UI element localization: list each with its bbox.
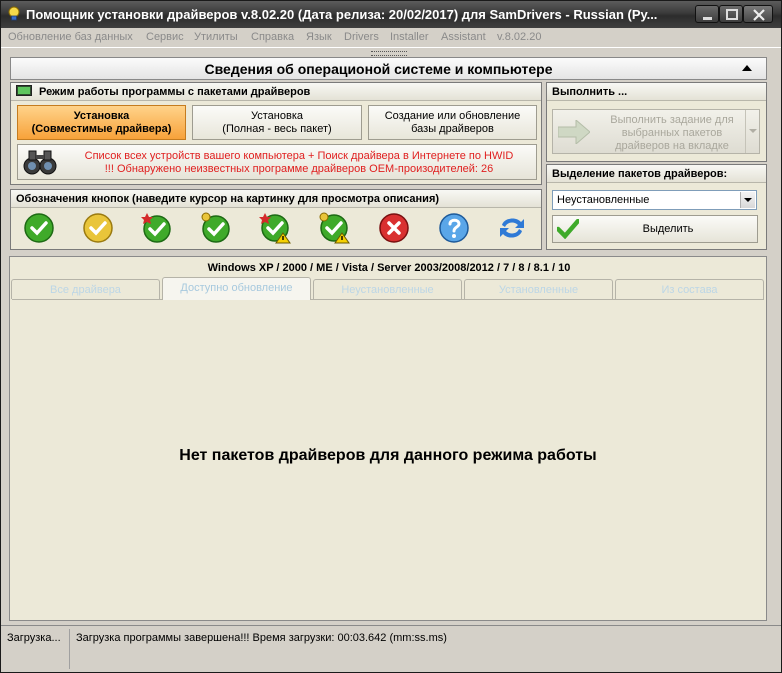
execute-panel-title: Выполнить ... bbox=[547, 83, 766, 101]
install-full-line1: Установка bbox=[251, 110, 303, 122]
install-full-button[interactable]: Установка (Полная - весь пакет) bbox=[192, 105, 362, 140]
execute-task-line3: драйверов на вкладке bbox=[615, 140, 729, 152]
minimize-button[interactable] bbox=[695, 5, 719, 23]
system-info-title: Сведения об операционой системе и компью… bbox=[204, 61, 553, 77]
blue-question-icon[interactable] bbox=[438, 212, 470, 244]
status-loading: Загрузка... bbox=[4, 629, 70, 669]
mode-panel-title-text: Режим работы программы с пакетами драйве… bbox=[39, 86, 311, 98]
close-icon bbox=[753, 9, 765, 21]
install-full-line2: (Полная - весь пакет) bbox=[222, 123, 332, 135]
chevron-down-icon[interactable] bbox=[740, 192, 755, 208]
menu-service[interactable]: Сервис bbox=[146, 31, 184, 45]
install-compatible-line2: (Совместимые драйвера) bbox=[31, 123, 172, 135]
selection-panel-title: Выделение пакетов драйверов: bbox=[547, 165, 766, 183]
execute-dropdown[interactable] bbox=[745, 110, 759, 153]
menu-installer[interactable]: Installer bbox=[390, 31, 429, 45]
app-bulb-icon bbox=[8, 6, 20, 21]
empty-state-message: Нет пакетов драйверов для данного режима… bbox=[179, 447, 597, 464]
menu-assistant[interactable]: Assistant bbox=[441, 31, 486, 45]
green-checkmark-icon bbox=[557, 219, 579, 239]
right-arrow-icon bbox=[558, 120, 590, 144]
splitter-grip[interactable] bbox=[371, 51, 407, 56]
execute-task-line2: выбранных пакетов bbox=[621, 127, 723, 139]
legend-panel-title: Обозначения кнопок (наведите курсор на к… bbox=[11, 190, 541, 208]
os-compatibility-line: Windows XP / 2000 / ME / Vista / Server … bbox=[207, 262, 571, 274]
execute-task-button[interactable]: Выполнить задание для выбранных пакетов … bbox=[552, 109, 760, 154]
maximize-button[interactable] bbox=[719, 5, 743, 23]
green-check-pin-warning-icon[interactable] bbox=[318, 212, 350, 244]
green-check-icon[interactable] bbox=[23, 212, 55, 244]
tab-all-drivers[interactable]: Все драйвера bbox=[11, 279, 160, 299]
menu-bar: Обновление баз данных Сервис Утилиты Спр… bbox=[1, 28, 781, 48]
close-button[interactable] bbox=[743, 5, 773, 23]
menu-language[interactable]: Язык bbox=[306, 31, 332, 45]
install-compatible-button[interactable]: Установка (Совместимые драйвера) bbox=[17, 105, 186, 140]
status-message: Загрузка программы завершена!!! Время за… bbox=[76, 632, 447, 644]
window-title: Помощник установки драйверов v.8.02.20 (… bbox=[26, 7, 658, 22]
hwid-line-1: Список всех устройств вашего компьютера … bbox=[84, 150, 514, 162]
green-check-pin-icon[interactable] bbox=[200, 212, 232, 244]
device-list-hwid-button[interactable]: Список всех устройств вашего компьютера … bbox=[17, 144, 537, 180]
create-database-line1: Создание или обновление bbox=[384, 110, 521, 122]
tab-from-composition[interactable]: Из состава bbox=[615, 279, 764, 299]
menu-utilities[interactable]: Утилиты bbox=[194, 31, 238, 45]
system-info-header[interactable]: Сведения об операционой системе и компью… bbox=[10, 57, 767, 80]
menu-version: v.8.02.20 bbox=[497, 31, 542, 43]
tab-installed[interactable]: Установленные bbox=[464, 279, 613, 299]
red-cross-icon[interactable] bbox=[378, 212, 410, 244]
menu-drivers[interactable]: Drivers bbox=[344, 31, 379, 45]
package-filter-select[interactable]: Неустановленные bbox=[552, 190, 757, 210]
tab-content: Нет пакетов драйверов для данного режима… bbox=[12, 299, 764, 618]
select-packages-label: Выделить bbox=[642, 223, 694, 235]
driver-tabs-area: Windows XP / 2000 / ME / Vista / Server … bbox=[9, 256, 767, 621]
mode-panel-title: Режим работы программы с пакетами драйве… bbox=[11, 83, 541, 101]
install-compatible-line1: Установка bbox=[73, 110, 130, 122]
green-check-star-warning-icon[interactable] bbox=[259, 212, 291, 244]
execute-task-label: Выполнить задание для выбранных пакетов … bbox=[597, 114, 747, 153]
minimize-icon bbox=[703, 17, 712, 20]
hwid-line-2: !!! Обнаружено неизвестных программе дра… bbox=[104, 163, 494, 175]
binoculars-icon bbox=[23, 150, 57, 175]
status-bar: Загрузка... Загрузка программы завершена… bbox=[1, 625, 781, 672]
maximize-icon bbox=[726, 9, 738, 20]
tab-not-installed[interactable]: Неустановленные bbox=[313, 279, 462, 299]
app-window: Помощник установки драйверов v.8.02.20 (… bbox=[0, 0, 782, 673]
blue-refresh-arrows-icon[interactable] bbox=[496, 212, 528, 244]
create-database-button[interactable]: Создание или обновление базы драйверов bbox=[368, 105, 537, 140]
green-check-star-icon[interactable] bbox=[141, 212, 173, 244]
execute-dropdown-arrow-icon bbox=[749, 129, 757, 133]
tab-updates-available[interactable]: Доступно обновление bbox=[162, 277, 311, 300]
collapse-arrow-icon[interactable] bbox=[742, 65, 752, 71]
menu-update-databases[interactable]: Обновление баз данных bbox=[8, 31, 133, 45]
monitor-icon bbox=[16, 85, 32, 96]
select-packages-button[interactable]: Выделить bbox=[552, 215, 758, 243]
package-filter-value: Неустановленные bbox=[557, 194, 650, 206]
create-database-line2: базы драйверов bbox=[411, 123, 494, 135]
execute-task-line1: Выполнить задание для bbox=[610, 114, 734, 126]
yellow-check-icon[interactable] bbox=[82, 212, 114, 244]
menu-help[interactable]: Справка bbox=[251, 31, 294, 45]
title-bar[interactable]: Помощник установки драйверов v.8.02.20 (… bbox=[1, 1, 781, 28]
